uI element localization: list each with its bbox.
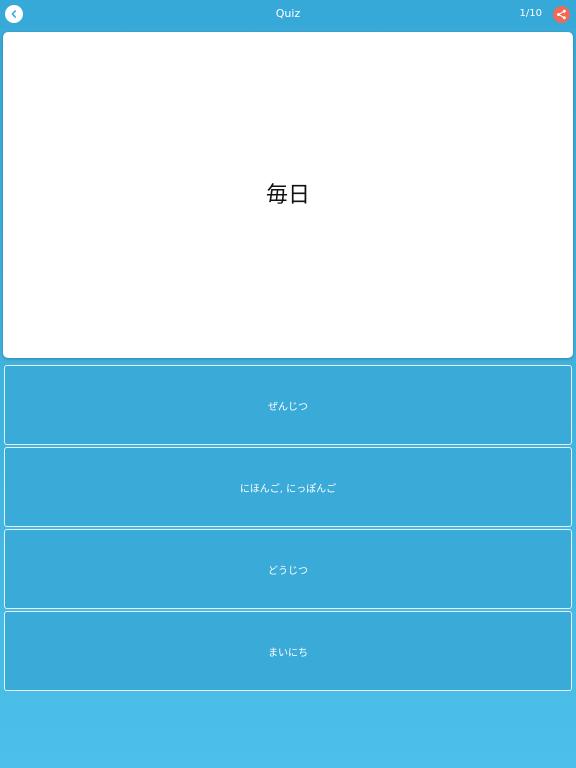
chevron-left-icon	[11, 10, 16, 18]
question-counter: 1/10	[519, 8, 542, 19]
answer-option-2[interactable]: にほんご, にっぽんご	[4, 447, 572, 527]
answer-option-4[interactable]: まいにち	[4, 611, 572, 691]
back-button[interactable]	[5, 5, 23, 23]
answer-option-label: にほんご, にっぽんご	[239, 483, 337, 495]
answer-option-label: ぜんじつ	[268, 401, 308, 413]
answer-option-label: まいにち	[268, 647, 308, 659]
question-word: 毎日	[265, 183, 310, 208]
top-bar: Quiz 1/10	[0, 0, 576, 28]
answer-option-label: どうじつ	[268, 565, 308, 577]
question-card: 毎日	[3, 32, 573, 358]
share-icon	[557, 9, 566, 20]
answer-option-1[interactable]: ぜんじつ	[4, 365, 572, 445]
share-button[interactable]	[553, 6, 570, 23]
answer-option-3[interactable]: どうじつ	[4, 529, 572, 609]
page-title: Quiz	[275, 7, 301, 20]
